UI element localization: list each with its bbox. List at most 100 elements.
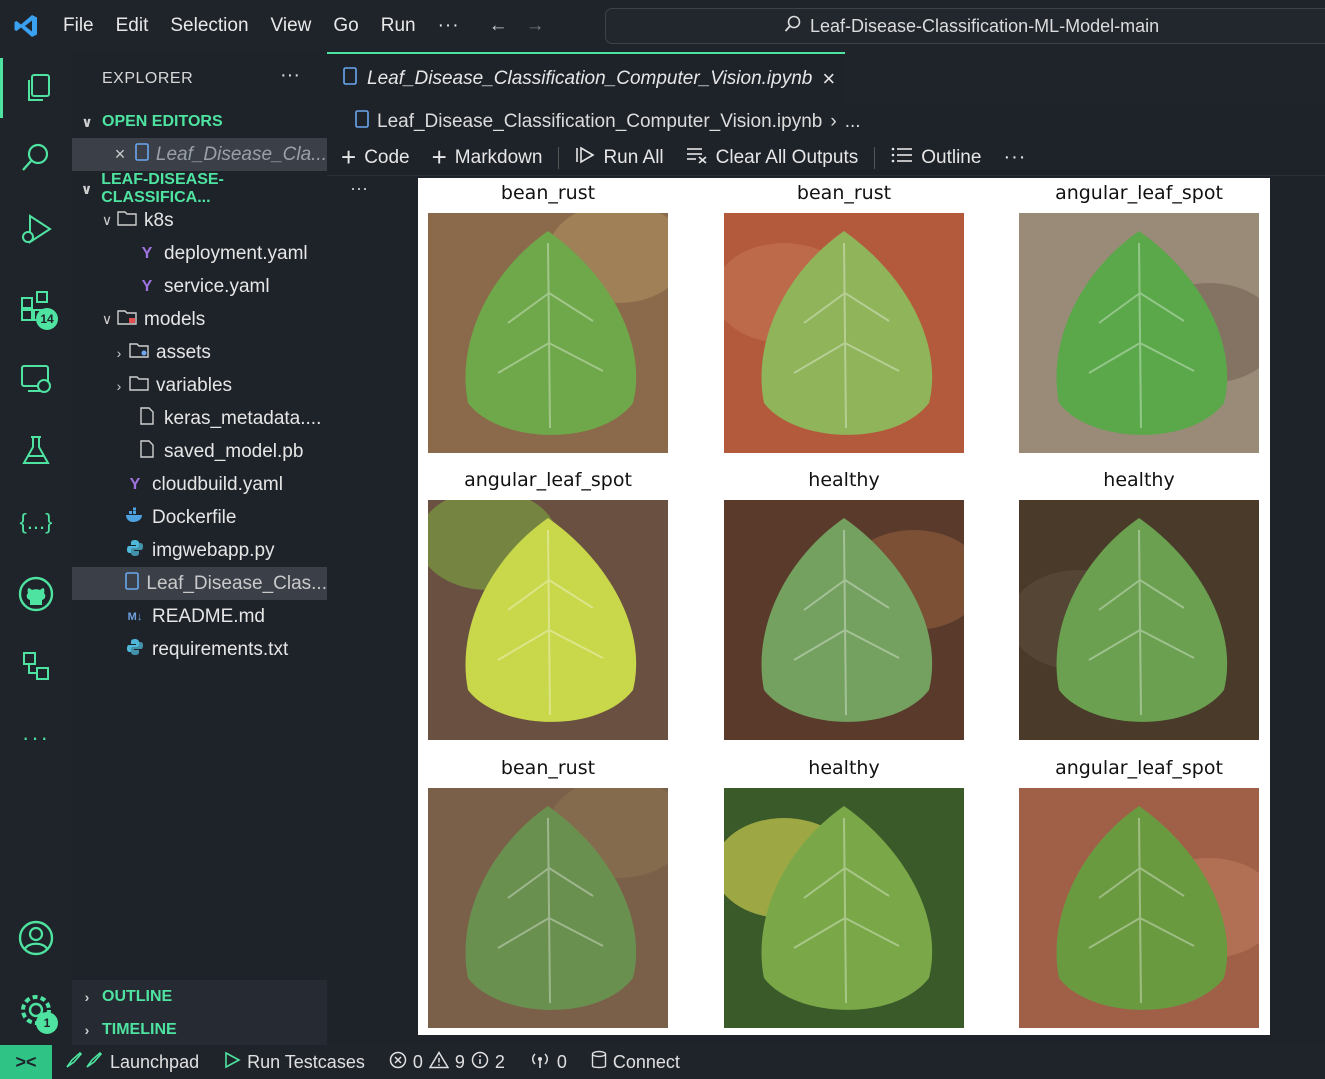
tree-folder-k8s[interactable]: ∨ k8s [72,204,327,237]
open-editor-item[interactable]: × Leaf_Disease_Cla... [72,138,327,171]
tree-folder-variables[interactable]: › variables [72,369,327,402]
tree-file-saved-model[interactable]: saved_model.pb [72,435,327,468]
vscode-logo-icon [0,0,52,52]
activity-bar: 14 {...} ··· 1 [0,52,72,1045]
run-all-button[interactable]: Run All [575,145,664,171]
image-class-label: healthy [808,757,880,779]
accounts-icon[interactable] [0,908,72,968]
close-icon[interactable]: × [112,144,128,165]
outline-label: OUTLINE [102,988,173,1005]
project-header[interactable]: ∨ LEAF-DISEASE-CLASSIFICA... [72,171,327,206]
menu-more-button[interactable]: ··· [427,15,471,37]
breadcrumb-more[interactable]: ... [845,111,861,133]
cell-output-image-grid: bean_rust bean_rust angular_leaf_spot angul… [418,178,1270,1035]
tree-folder-assets[interactable]: › assets [72,336,327,369]
launchpad-button[interactable]: Launchpad [64,1050,199,1075]
chevron-down-icon: ∨ [80,180,93,197]
add-code-button[interactable]: + Code [341,142,410,173]
explorer-icon[interactable] [0,58,72,118]
database-icon [591,1050,607,1075]
settings-gear-icon[interactable]: 1 [0,980,72,1040]
leaf-photo [724,500,964,740]
menu-edit[interactable]: Edit [105,15,160,37]
breadcrumb: Leaf_Disease_Classification_Computer_Vis… [327,104,1325,140]
menu-go[interactable]: Go [322,15,369,37]
run-debug-icon[interactable] [0,200,72,260]
tree-file-dockerfile[interactable]: Dockerfile [72,501,327,534]
image-class-label: healthy [808,469,880,491]
breadcrumb-file[interactable]: Leaf_Disease_Classification_Computer_Vis… [377,111,822,133]
run-testcases-button[interactable]: Run Testcases [223,1051,365,1074]
github-icon[interactable] [0,564,72,624]
notebook-toolbar: + Code + Markdown Run All Clear All Outp… [327,140,1325,176]
python-icon [124,638,146,661]
warning-count: 9 [454,1051,465,1072]
tree-label: Leaf_Disease_Clas... [146,572,327,594]
tree-folder-models[interactable]: ∨ models [72,303,327,336]
source-control-graph-icon[interactable] [0,636,72,696]
launchpad-label: Launchpad [110,1051,200,1072]
outline-header[interactable]: › OUTLINE [72,982,327,1012]
extensions-icon[interactable]: 14 [0,276,72,336]
tree-file-notebook[interactable]: Leaf_Disease_Clas... [72,567,327,600]
tree-file-imgwebapp-py[interactable]: imgwebapp.py [72,534,327,567]
explorer-title: EXPLORER [102,70,194,87]
tree-file-deployment-yaml[interactable]: Y deployment.yaml [72,237,327,270]
testing-flask-icon[interactable] [0,420,72,480]
tree-file-service-yaml[interactable]: Y service.yaml [72,270,327,303]
problems-button[interactable]: 0 9 2 [389,1050,505,1074]
toolbar-divider [558,146,560,169]
menu-run[interactable]: Run [370,15,427,37]
open-editors-header[interactable]: ∨ OPEN EDITORS [72,107,327,137]
search-icon[interactable] [0,128,72,188]
ports-button[interactable]: 0 [529,1051,567,1074]
warning-icon [428,1050,450,1074]
forward-arrow-icon[interactable]: → [526,15,545,37]
run-all-label: Run All [603,146,664,168]
tree-label: deployment.yaml [164,242,308,264]
tab-notebook[interactable]: Leaf_Disease_Classification_Computer_Vis… [327,52,845,104]
info-icon [471,1051,489,1074]
timeline-label: TIMELINE [102,1021,177,1038]
tree-label: keras_metadata.... [164,407,322,429]
menu-view[interactable]: View [260,15,323,37]
close-tab-icon[interactable]: × [822,66,835,92]
python-icon [124,539,146,562]
menu-file[interactable]: File [52,15,105,37]
timeline-header[interactable]: › TIMELINE [72,1015,327,1045]
leaf-photo [428,500,668,740]
connect-button[interactable]: Connect [591,1050,680,1075]
command-center-search[interactable]: Leaf-Disease-Classification-ML-Model-mai… [605,8,1325,44]
clear-outputs-button[interactable]: Clear All Outputs [686,146,858,170]
cell-more-button[interactable]: ··· [350,178,368,199]
sidebar-bottom-panels: › OUTLINE › TIMELINE [72,980,327,1045]
image-class-label: bean_rust [500,182,596,204]
notebook-icon [134,143,150,166]
title-bar: File Edit Selection View Go Run ··· ← → … [0,0,1325,52]
tree-file-requirements[interactable]: requirements.txt [72,633,327,666]
tree-file-keras-metadata[interactable]: keras_metadata.... [72,402,327,435]
leaf-photo [428,213,668,453]
tree-file-cloudbuild-yaml[interactable]: Y cloudbuild.yaml [72,468,327,501]
remote-indicator-button[interactable]: >< [0,1045,52,1079]
image-class-label: angular_leaf_spot [1055,757,1223,779]
tree-label: assets [156,341,211,363]
back-arrow-icon[interactable]: ← [489,15,508,37]
tree-file-readme[interactable]: M↓ README.md [72,600,327,633]
more-views-icon[interactable]: ··· [0,708,72,768]
run-all-icon [575,145,596,171]
yaml-icon: Y [141,244,153,262]
outline-button[interactable]: Outline [891,146,981,170]
notebook-icon [343,67,357,91]
explorer-more-button[interactable]: ··· [280,64,300,87]
remote-explorer-icon[interactable] [0,348,72,408]
chevron-down-icon: ∨ [81,113,93,130]
menu-bar: File Edit Selection View Go Run ··· [52,0,471,52]
add-markdown-button[interactable]: + Markdown [432,142,543,173]
json-braces-icon[interactable]: {...} [0,492,72,552]
error-icon [389,1051,407,1074]
tree-label: cloudbuild.yaml [152,473,283,495]
add-markdown-label: Markdown [454,146,543,168]
menu-selection[interactable]: Selection [159,15,259,37]
toolbar-more-button[interactable]: ··· [1003,146,1026,169]
